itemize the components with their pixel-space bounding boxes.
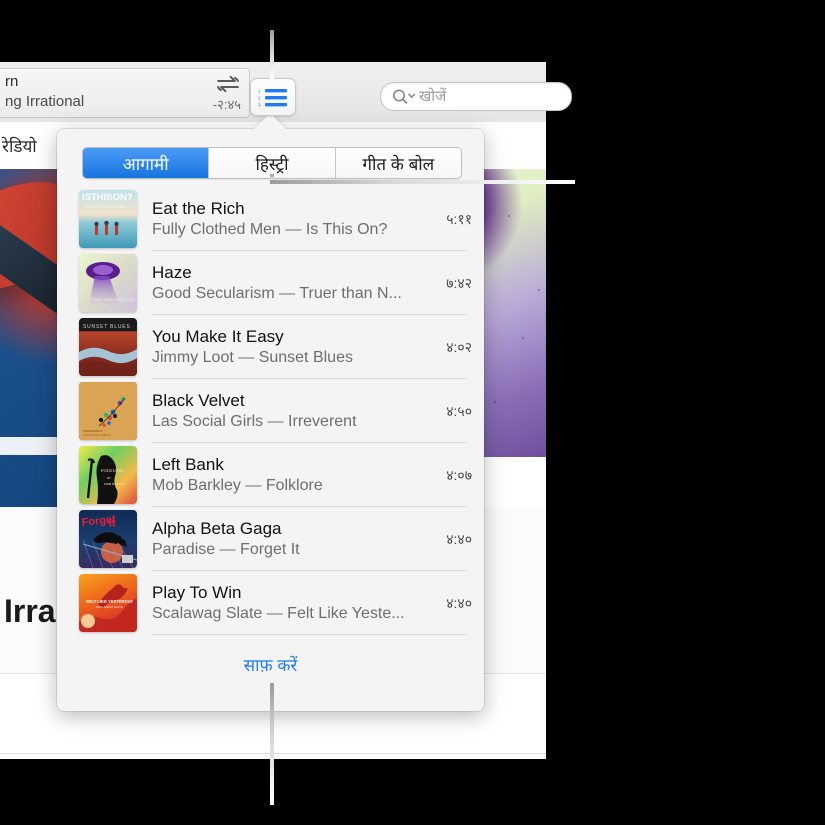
track-duration: ७:४२ (446, 274, 472, 291)
track-title: Alpha Beta Gaga (152, 519, 282, 538)
track-title: Haze (152, 263, 192, 282)
now-playing-title: rn (5, 73, 19, 90)
up-next-list-button[interactable]: 1 2 3 (250, 78, 296, 116)
track-duration: ४:०७ (446, 466, 472, 483)
svg-text:LAS SOCIAL GIRLS: LAS SOCIAL GIRLS (83, 433, 110, 437)
search-placeholder: खोजें (419, 88, 447, 105)
row-separator (152, 634, 466, 635)
irreverent-artwork: IRREVERENT LAS SOCIAL GIRLS (79, 382, 137, 440)
numbered-list-icon: 1 2 3 (258, 87, 288, 108)
track-duration: ४:४० (446, 594, 472, 611)
track-duration: ४:०२ (446, 338, 472, 355)
clear-button-wrapper: साफ़ करें (57, 653, 484, 676)
track-row[interactable]: SUNSET BLUES You Make It Easy Jimmy Loot… (57, 315, 484, 379)
screenshot-stage: rn ng Irrational -२:४५ रेडियो Store (0, 0, 825, 825)
sunset-blues-artwork: SUNSET BLUES (79, 318, 137, 376)
track-row[interactable]: IRREVERENT LAS SOCIAL GIRLS Black Velvet… (57, 379, 484, 443)
track-title: Black Velvet (152, 391, 245, 410)
track-meta: Alpha Beta Gaga Paradise — Forget It (152, 518, 414, 560)
forget-it-artwork: Forget It (79, 510, 137, 568)
track-subtitle: Jimmy Loot — Sunset Blues (152, 349, 353, 366)
track-subtitle: Scalawag Slate — Felt Like Yeste... (152, 605, 405, 622)
tab-lyrics[interactable]: गीत के बोल (335, 148, 461, 178)
track-title: Play To Win (152, 583, 242, 602)
svg-text:TRUER THAN NONFICTION: TRUER THAN NONFICTION (91, 298, 135, 302)
track-row[interactable]: Forget It Alpha Beta Gaga Paradise — For… (57, 507, 484, 571)
now-playing-subtitle: ng Irrational (5, 93, 85, 110)
now-playing-display[interactable]: rn ng Irrational -२:४५ (0, 68, 250, 118)
track-meta: You Make It Easy Jimmy Loot — Sunset Blu… (152, 326, 414, 368)
svg-text:ISTHISON?: ISTHISON? (82, 192, 133, 203)
track-subtitle: Mob Barkley — Folklore (152, 477, 323, 494)
track-row[interactable]: FELT LIKE YESTERDAY SCALAWAG SLATE Play … (57, 571, 484, 635)
svg-text:SUNSET BLUES: SUNSET BLUES (83, 324, 131, 330)
callout-line-list-button (270, 30, 274, 80)
track-meta: Play To Win Scalawag Slate — Felt Like Y… (152, 582, 414, 624)
search-icon (392, 88, 416, 105)
track-subtitle: Paradise — Forget It (152, 541, 300, 558)
callout-line-tabs-horizontal (270, 180, 575, 184)
track-meta: Eat the Rich Fully Clothed Men — Is This… (152, 198, 414, 240)
track-row[interactable]: ISTHISON? FULLY CLOTHED MEN Eat the Rich… (57, 187, 484, 251)
svg-text:2: 2 (258, 95, 261, 100)
clear-button[interactable]: साफ़ करें (244, 656, 298, 675)
track-row[interactable]: TRUER THAN NONFICTION Haze Good Seculari… (57, 251, 484, 315)
lower-content-title: Irra (4, 593, 56, 629)
svg-text:1: 1 (258, 88, 261, 93)
haze-artwork: TRUER THAN NONFICTION (79, 254, 137, 312)
tab-up-next[interactable]: आगामी (83, 148, 210, 178)
svg-text:SCALAWAG SLATE: SCALAWAG SLATE (96, 605, 123, 609)
felt-like-yesterday-artwork: FELT LIKE YESTERDAY SCALAWAG SLATE (79, 574, 137, 632)
track-duration: ४:५० (446, 402, 472, 419)
track-row[interactable]: FOLKLORE BY MOB BARKLEY Left Bank Mob Ba… (57, 443, 484, 507)
up-next-popover: आगामी हिस्ट्री गीत के बोल ISTHISON? FULL… (57, 129, 484, 711)
repeat-icon[interactable] (215, 74, 241, 94)
track-title: You Make It Easy (152, 327, 284, 346)
track-subtitle: Las Social Girls — Irreverent (152, 413, 357, 430)
track-meta: Haze Good Secularism — Truer than N... (152, 262, 414, 304)
track-title: Left Bank (152, 455, 224, 474)
svg-text:BY: BY (107, 477, 111, 480)
track-title: Eat the Rich (152, 199, 245, 218)
svg-text:3: 3 (258, 102, 261, 107)
svg-text:FELT LIKE YESTERDAY: FELT LIKE YESTERDAY (86, 599, 133, 604)
up-next-track-list[interactable]: ISTHISON? FULLY CLOTHED MEN Eat the Rich… (57, 187, 484, 650)
callout-line-clear-button (270, 683, 274, 805)
svg-text:FULLY CLOTHED MEN: FULLY CLOTHED MEN (84, 204, 126, 209)
track-duration: ४:४० (446, 530, 472, 547)
track-subtitle: Fully Clothed Men — Is This On? (152, 221, 388, 238)
is-this-on-artwork: ISTHISON? FULLY CLOTHED MEN (79, 190, 137, 248)
now-playing-time-remaining: -२:४५ (212, 97, 241, 112)
nav-tab-radio[interactable]: रेडियो (2, 134, 37, 157)
svg-text:FOLKLORE: FOLKLORE (101, 468, 124, 473)
folklore-artwork: FOLKLORE BY MOB BARKLEY (79, 446, 137, 504)
track-duration: ५:११ (446, 210, 472, 227)
svg-text:MOB BARKLEY: MOB BARKLEY (104, 482, 128, 486)
search-field[interactable]: खोजें (380, 82, 572, 111)
track-meta: Black Velvet Las Social Girls — Irrevere… (152, 390, 414, 432)
track-subtitle: Good Secularism — Truer than N... (152, 285, 402, 302)
track-meta: Left Bank Mob Barkley — Folklore (152, 454, 414, 496)
